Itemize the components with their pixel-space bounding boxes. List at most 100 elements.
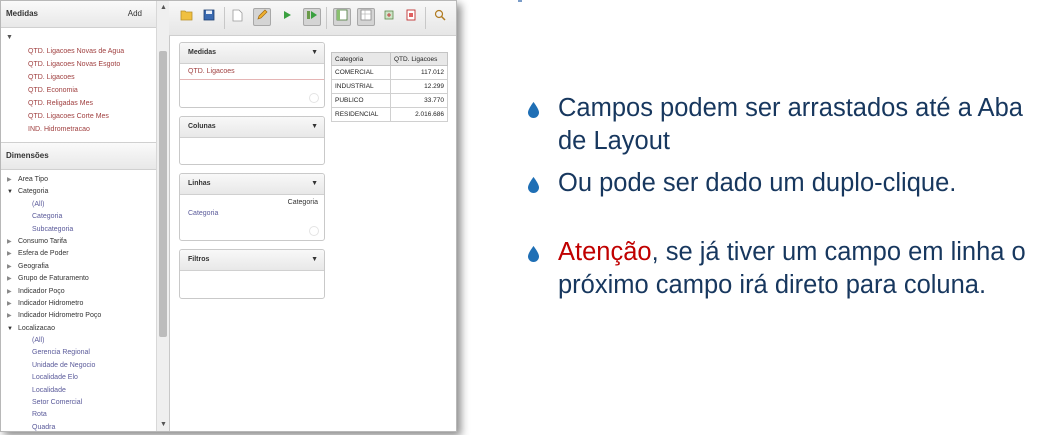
- category-cell[interactable]: INDUSTRIAL: [331, 79, 391, 94]
- new-icon[interactable]: [229, 9, 245, 25]
- rows-drop-item[interactable]: Categoria: [180, 206, 324, 221]
- droplet-bullet-icon: [528, 246, 539, 262]
- measure-item[interactable]: QTD. Ligacoes Novas Esgoto: [1, 58, 156, 71]
- dimension-item[interactable]: ▼ Localizacao: [1, 323, 156, 335]
- search-icon[interactable]: [432, 9, 448, 25]
- result-header-row: Categoria QTD. Ligacoes: [331, 52, 448, 66]
- dimension-level-item[interactable]: Quadra: [1, 422, 156, 431]
- add-link[interactable]: Add: [128, 1, 142, 27]
- field-list-panel: Medidas Add ▼ QTD. Ligacoes Novas de Agu…: [1, 1, 156, 431]
- open-icon[interactable]: [179, 9, 195, 25]
- caret-right-icon[interactable]: ▶: [7, 236, 12, 248]
- caret-right-icon[interactable]: ▶: [7, 174, 12, 186]
- result-header-category[interactable]: Categoria: [331, 52, 391, 66]
- measure-item[interactable]: QTD. Economia: [1, 84, 156, 97]
- dimension-label: Consumo Tarifa: [18, 237, 67, 245]
- dimension-level-item[interactable]: Categoria: [1, 211, 156, 223]
- edit-icon[interactable]: [253, 8, 271, 26]
- dimension-label: Grupo de Faturamento: [18, 275, 89, 283]
- chevron-down-icon[interactable]: ▼: [311, 117, 318, 137]
- scroll-up-icon[interactable]: ▲: [160, 4, 167, 11]
- dimension-level-item[interactable]: Setor Comercial: [1, 397, 156, 409]
- layout-icon[interactable]: [333, 8, 351, 26]
- measure-item[interactable]: QTD. Ligacoes Corte Mes: [1, 110, 156, 123]
- measures-drop-item[interactable]: QTD. Ligacoes: [180, 64, 324, 80]
- dimension-level-item[interactable]: Localidade: [1, 385, 156, 397]
- rows-drop-title: Linhas: [188, 180, 211, 187]
- run-all-icon[interactable]: [303, 8, 321, 26]
- dimension-label: Indicador Poço: [18, 287, 65, 295]
- value-cell[interactable]: 12.299: [390, 79, 448, 94]
- dimension-level-item[interactable]: Unidade de Negocio: [1, 360, 156, 372]
- rows-drop-zone[interactable]: Linhas ▼ Categoria Categoria: [179, 173, 325, 241]
- bullet-text: Campos podem ser arrastados até a Aba de…: [558, 94, 1023, 155]
- measure-item[interactable]: QTD. Ligacoes: [1, 71, 156, 84]
- dimension-item[interactable]: ▶ Grupo de Faturamento: [1, 273, 156, 285]
- caret-right-icon[interactable]: ▶: [7, 248, 12, 260]
- save-icon[interactable]: [201, 9, 217, 25]
- dimension-item[interactable]: ▶ Area Tipo: [1, 174, 156, 186]
- dimension-item[interactable]: ▶ Indicador Hidrometro: [1, 298, 156, 310]
- dimension-level-item[interactable]: Subcategoria: [1, 224, 156, 236]
- bullet-item: Campos podem ser arrastados até a Aba de…: [528, 92, 1038, 158]
- measures-title: Medidas: [6, 9, 39, 18]
- dimension-level-item[interactable]: Localidade Elo: [1, 372, 156, 384]
- dimension-level-item[interactable]: Rota: [1, 409, 156, 421]
- table-icon[interactable]: [357, 8, 375, 26]
- caret-right-icon[interactable]: ▶: [7, 286, 12, 298]
- caret-down-icon[interactable]: ▼: [1, 31, 156, 45]
- pdf-icon[interactable]: [403, 9, 419, 25]
- table-row: INDUSTRIAL 12.299: [331, 79, 448, 94]
- columns-drop-zone[interactable]: Colunas ▼: [179, 116, 325, 165]
- filters-drop-header: Filtros ▼: [180, 250, 324, 271]
- caret-down-icon[interactable]: ▼: [7, 323, 13, 335]
- table-row: RESIDENCIAL 2.016.686: [331, 107, 448, 122]
- caret-down-icon[interactable]: ▼: [7, 186, 13, 198]
- export-icon[interactable]: [381, 9, 397, 25]
- scroll-down-icon[interactable]: ▼: [160, 421, 167, 428]
- dimension-label: Localizacao: [18, 324, 55, 332]
- bullet-item: Atenção, se já tiver um campo em linha o…: [528, 236, 1038, 302]
- dimension-item[interactable]: ▶ Consumo Tarifa: [1, 236, 156, 248]
- dimension-level-item[interactable]: Gerencia Regional: [1, 347, 156, 359]
- caret-right-icon[interactable]: ▶: [7, 298, 12, 310]
- chevron-down-icon[interactable]: ▼: [311, 43, 318, 63]
- filters-drop-zone[interactable]: Filtros ▼: [179, 249, 325, 299]
- caret-right-icon[interactable]: ▶: [7, 261, 12, 273]
- category-cell[interactable]: COMERCIAL: [331, 65, 391, 80]
- field-list-scrollbar[interactable]: ▲ ▼: [156, 1, 170, 431]
- dimension-item[interactable]: ▶ Indicador Poço: [1, 286, 156, 298]
- value-cell[interactable]: 33.770: [390, 93, 448, 108]
- measures-drop-zone[interactable]: Medidas ▼ QTD. Ligacoes: [179, 42, 325, 108]
- dimension-label: Categoria: [18, 188, 49, 196]
- measure-item[interactable]: IND. Hidrometracao: [1, 123, 156, 136]
- dimension-item[interactable]: ▼ Categoria: [1, 186, 156, 198]
- caret-right-icon[interactable]: ▶: [7, 310, 12, 322]
- attention-highlight: Atenção: [558, 238, 652, 266]
- measure-item[interactable]: QTD. Religadas Mes: [1, 97, 156, 110]
- value-cell[interactable]: 2.016.686: [390, 107, 448, 122]
- dimension-level-item[interactable]: (All): [1, 199, 156, 211]
- dimension-label: Indicador Hidrometro: [18, 299, 84, 307]
- category-cell[interactable]: PUBLICO: [331, 93, 391, 108]
- value-cell[interactable]: 117.012: [390, 65, 448, 80]
- dimension-label: Geografia: [18, 262, 49, 270]
- dimension-item[interactable]: ▶ Esfera de Poder: [1, 248, 156, 260]
- dimension-item[interactable]: ▶ Indicador Hidrometro Poço: [1, 310, 156, 322]
- top-edge-mark: [518, 0, 522, 2]
- rows-drop-column-header: Categoria: [287, 199, 318, 206]
- dimension-item[interactable]: ▶ Geografia: [1, 261, 156, 273]
- dimension-level-item[interactable]: (All): [1, 335, 156, 347]
- dimension-label: Indicador Hidrometro Poço: [18, 312, 102, 320]
- chevron-down-icon[interactable]: ▼: [311, 174, 318, 194]
- result-header-measure[interactable]: QTD. Ligacoes: [390, 52, 448, 66]
- chevron-down-icon[interactable]: ▼: [311, 250, 318, 270]
- caret-right-icon[interactable]: ▶: [7, 273, 12, 285]
- bullet-text: Ou pode ser dado um duplo-clique.: [558, 169, 957, 197]
- run-icon[interactable]: [279, 9, 295, 25]
- measure-item[interactable]: QTD. Ligacoes Novas de Agua: [1, 45, 156, 58]
- measures-drop-header: Medidas ▼: [180, 43, 324, 64]
- category-cell[interactable]: RESIDENCIAL: [331, 107, 391, 122]
- dimensions-title: Dimensões: [6, 151, 49, 160]
- scroll-thumb[interactable]: [159, 51, 167, 337]
